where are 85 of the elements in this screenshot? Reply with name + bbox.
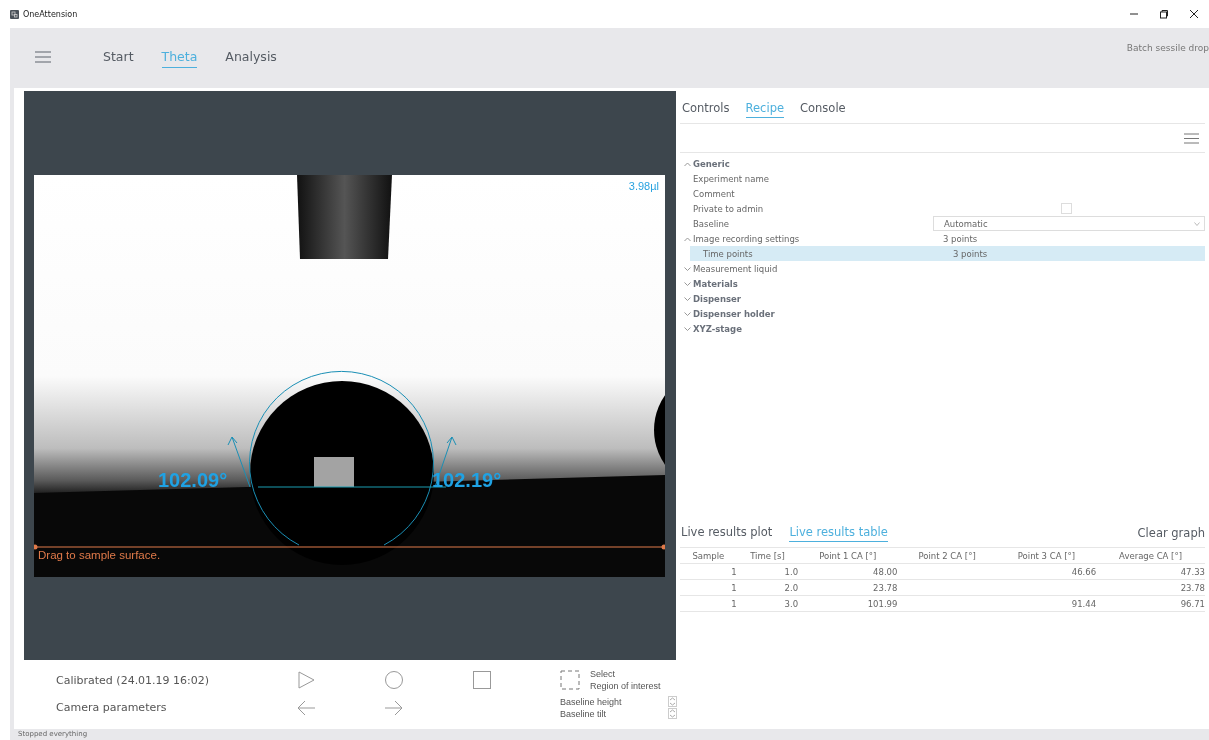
app-icon [10,9,19,19]
play-icon[interactable] [296,670,316,690]
tree-row[interactable]: Dispenser holder [680,306,1205,321]
nav-tab[interactable]: Analysis [225,45,277,68]
table-cell: 23.78 [873,582,898,593]
property-label: Generic [693,158,730,169]
volume-label: 3.98µl [628,180,659,192]
column-header[interactable]: Time [s] [736,548,799,564]
caret-icon[interactable] [683,265,692,272]
contact-angle-label: 102.09° [158,469,228,492]
spinner-icon[interactable] [668,696,677,707]
caret-icon [1194,221,1200,226]
tree-row[interactable]: Comment [680,186,1205,201]
tree-row[interactable]: Time points 3 points [680,246,1205,261]
panel-tab[interactable]: Console [800,101,846,118]
column-header[interactable]: Sample [680,548,737,564]
window-title: OneAttension [23,9,79,19]
property-label: Dispenser [693,293,741,304]
tree-row[interactable]: XYZ-stage [680,321,1205,336]
tree-row[interactable]: Measurement liquid [680,261,1205,276]
menu-icon[interactable] [1184,132,1199,144]
close-icon [1189,9,1199,19]
menu-icon[interactable] [35,50,51,63]
spinner-icon[interactable] [668,708,677,719]
property-label: Dispenser holder [693,308,775,319]
table-cell: 47.33 [1180,566,1205,577]
table-cell: 46.66 [1071,566,1097,577]
select-region-label[interactable]: Select Region of interest [590,668,661,692]
baseline-hint: Drag to sample surface. [38,549,161,561]
caret-icon[interactable] [683,235,692,242]
panel-tab[interactable]: Controls [682,101,730,118]
table-cell: 101.99 [867,598,898,609]
checkbox[interactable] [1061,203,1072,214]
dashed-selection-icon[interactable] [560,670,580,690]
tree-row[interactable]: Materials [680,276,1205,291]
table-cell: 3.0 [784,598,799,609]
property-label: Time points [703,248,753,259]
property-label: Measurement liquid [693,263,778,274]
property-value: 3 points [952,248,988,259]
property-label: Experiment name [693,173,769,184]
caret-icon[interactable] [683,295,692,302]
dropdown[interactable]: Automatic [933,216,1205,231]
clear-graph-button[interactable]: Clear graph [1137,526,1205,540]
property-label: XYZ-stage [693,323,742,334]
contact-angle-label: 102.19° [432,469,502,492]
table-cell: 2.0 [784,582,799,593]
property-label: Image recording settings [693,233,800,244]
table-cell: 1 [731,582,737,593]
mode-label: Batch sessile drop [1126,42,1209,53]
column-header[interactable]: Point 3 CA [°] [996,548,1097,564]
nav-tab[interactable]: Start [103,45,134,68]
restore-icon [1159,9,1169,19]
calibration-link[interactable]: Calibrated (24.01.19 16:02) [56,673,296,687]
table-cell: 1 [731,598,737,609]
column-header[interactable]: Point 1 CA [°] [798,548,898,564]
property-value: 3 points [942,233,978,244]
results-tab[interactable]: Live results plot [681,524,773,542]
table-cell: 96.71 [1180,598,1205,609]
table-cell: 1.0 [784,566,799,577]
caret-icon[interactable] [683,310,692,317]
table-cell: 48.00 [873,566,898,577]
property-label: Materials [693,278,738,289]
tree-row[interactable]: Generic [680,156,1205,171]
tree-row[interactable]: Image recording settings 3 points [680,231,1205,246]
caret-icon[interactable] [683,160,692,167]
dropdown-value: Automatic [944,218,988,229]
table-cell: 1 [731,566,737,577]
caret-icon[interactable] [683,325,692,332]
column-header[interactable]: Point 2 CA [°] [897,548,997,564]
baseline-tilt-label: Baseline tilt [560,708,608,719]
caret-icon[interactable] [683,280,692,287]
column-header[interactable]: Average CA [°] [1096,548,1205,564]
stop-icon[interactable] [472,670,492,690]
tree-row[interactable]: Dispenser [680,291,1205,306]
table-cell: 23.78 [1180,582,1205,593]
circle-icon[interactable] [384,670,404,690]
property-label: Private to admin [693,203,764,214]
camera-parameters-link[interactable]: Camera parameters [56,701,296,714]
table-cell: 91.44 [1071,598,1097,609]
baseline-height-label: Baseline height [560,696,623,707]
property-label: Comment [693,188,735,199]
property-label: Baseline [693,218,730,229]
tree-row[interactable]: Experiment name [680,171,1205,186]
tree-row[interactable]: Private to admin [680,201,1205,216]
tree-row[interactable]: Baseline Automatic [680,216,1205,231]
